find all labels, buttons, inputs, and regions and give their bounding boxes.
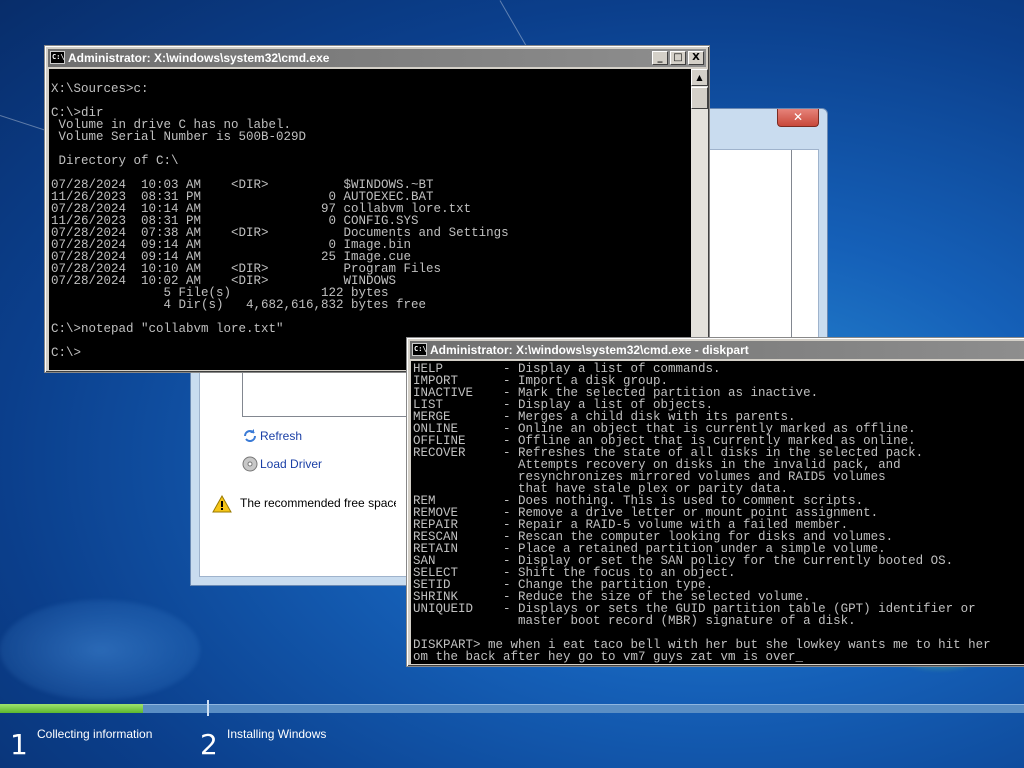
close-button[interactable]: X [688, 51, 704, 65]
load-driver-icon[interactable] [242, 456, 258, 472]
wallpaper-glow [0, 600, 200, 700]
setup-progress-area [0, 700, 1024, 768]
console-line: master boot record (MBR) signature of a … [413, 614, 856, 628]
diskpart-console-output[interactable]: HELP - Display a list of commands. IMPORT… [411, 361, 1024, 664]
cmd-window-main: C:\ Administrator: X:\windows\system32\c… [44, 45, 710, 373]
progress-fill [0, 704, 144, 713]
progress-divider [207, 700, 209, 716]
cmd-icon: C:\ [412, 343, 427, 356]
refresh-link[interactable]: Refresh [260, 429, 302, 443]
maximize-icon: □ [673, 52, 683, 63]
cmd-console-output[interactable]: X:\Sources>c: C:\>dir Volume in drive C … [49, 69, 691, 370]
console-line: Volume Serial Number is 500B-029D [51, 130, 307, 144]
scrollbar-thumb[interactable] [691, 87, 708, 109]
console-line: 4 Dir(s) 4,682,616,832 bytes free [51, 298, 427, 312]
window-title: Administrator: X:\windows\system32\cmd.e… [430, 343, 749, 357]
step-label-collecting-information: Collecting information [37, 727, 153, 741]
load-driver-link[interactable]: Load Driver [260, 457, 322, 471]
step-number: 1 [10, 728, 28, 761]
console-line: C:\>notepad "collabvm lore.txt" [51, 322, 284, 336]
console-line: Directory of C:\ [51, 154, 179, 168]
close-icon: X [692, 52, 700, 63]
console-line: om the back after hey go to vm7 guys zat… [413, 650, 804, 664]
cmd-icon: C:\ [50, 51, 65, 64]
minimize-button[interactable]: _ [652, 51, 668, 65]
minimize-icon: _ [657, 52, 663, 63]
console-line: X:\Sources>c: [51, 82, 149, 96]
maximize-button[interactable]: □ [670, 51, 686, 65]
cmd-window-main-titlebar[interactable]: C:\ Administrator: X:\windows\system32\c… [48, 49, 706, 67]
setup-close-button[interactable]: ✕ [777, 109, 819, 127]
refresh-icon[interactable] [242, 428, 258, 444]
cmd-window-diskpart-titlebar[interactable]: C:\ Administrator: X:\windows\system32\c… [410, 341, 1024, 359]
step-label-installing-windows: Installing Windows [227, 727, 327, 741]
window-title: Administrator: X:\windows\system32\cmd.e… [68, 51, 330, 65]
scroll-up-button[interactable]: ▲ [691, 69, 708, 86]
vertical-scrollbar[interactable]: ▲ ▼ [691, 69, 708, 370]
cmd-window-diskpart: C:\ Administrator: X:\windows\system32\c… [406, 337, 1024, 667]
warning-icon [212, 494, 232, 517]
warning-text: The recommended free space fo [240, 496, 396, 510]
progress-track [0, 704, 1024, 713]
step-number: 2 [200, 728, 218, 761]
close-icon: ✕ [792, 110, 804, 124]
arrow-up-icon: ▲ [696, 73, 703, 82]
